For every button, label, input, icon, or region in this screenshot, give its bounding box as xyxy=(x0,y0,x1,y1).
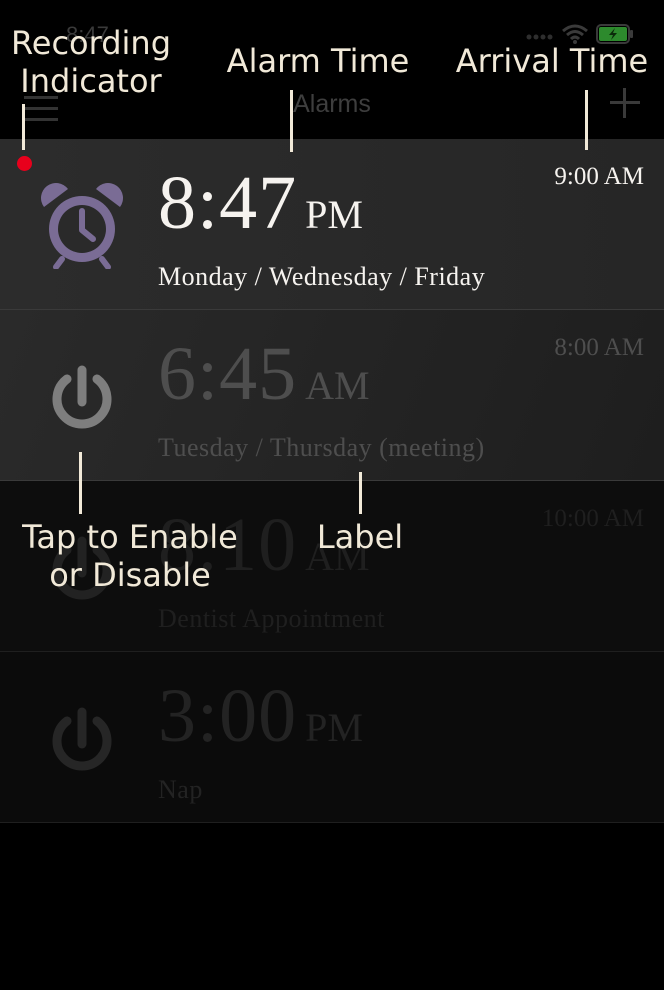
annotation-line xyxy=(585,90,588,150)
power-icon[interactable] xyxy=(38,694,126,782)
annotation-line xyxy=(79,452,82,514)
annotation-line xyxy=(290,90,293,152)
arrival-time: 10:00 AM xyxy=(541,505,644,532)
alarm-label: Tuesday / Thursday (meeting) xyxy=(158,433,485,462)
alarm-label: Dentist Appointment xyxy=(158,604,385,633)
alarm-label: Nap xyxy=(158,775,203,804)
alarm-clock-icon[interactable] xyxy=(38,181,126,269)
plus-icon[interactable] xyxy=(610,88,640,118)
annotation-alarm-time: Alarm Time xyxy=(226,42,410,80)
arrival-time: 9:00 AM xyxy=(554,163,644,190)
alarm-time-value: 3:00 xyxy=(158,674,298,758)
alarm-time-value: 8:47 xyxy=(158,161,298,245)
status-icons xyxy=(526,24,634,44)
annotation-line xyxy=(359,472,362,514)
alarm-time: 6:45 AM xyxy=(158,336,370,412)
annotation-line xyxy=(22,104,25,150)
arrival-time: 8:00 AM xyxy=(554,334,644,361)
alarm-time: 8:47 PM xyxy=(158,165,363,241)
alarm-ampm: PM xyxy=(305,705,363,750)
alarm-row[interactable]: 3:00 PM Nap xyxy=(0,652,664,823)
alarm-time: 3:00 PM xyxy=(158,678,363,754)
alarm-row[interactable]: 6:45 AM Tuesday / Thursday (meeting) 8:00… xyxy=(0,310,664,481)
annotation-label: Label xyxy=(316,518,404,556)
alarm-time-value: 6:45 xyxy=(158,332,298,416)
alarm-list: 8:47 PM Monday / Wednesday / Friday 9:00 … xyxy=(0,139,664,823)
signal-icon xyxy=(526,34,553,40)
power-icon[interactable] xyxy=(38,352,126,440)
alarm-label: Monday / Wednesday / Friday xyxy=(158,262,486,291)
recording-indicator xyxy=(17,156,32,171)
alarm-row[interactable]: 8:47 PM Monday / Wednesday / Friday 9:00 … xyxy=(0,139,664,310)
annotation-arrival-time: Arrival Time xyxy=(455,42,649,80)
battery-icon xyxy=(596,24,633,44)
alarm-ampm: PM xyxy=(305,192,363,237)
wifi-icon xyxy=(562,24,588,44)
alarm-ampm: AM xyxy=(305,363,370,408)
annotation-recording-indicator: Recording Indicator xyxy=(10,24,172,100)
annotation-tap-toggle: Tap to Enable or Disable xyxy=(22,518,238,594)
